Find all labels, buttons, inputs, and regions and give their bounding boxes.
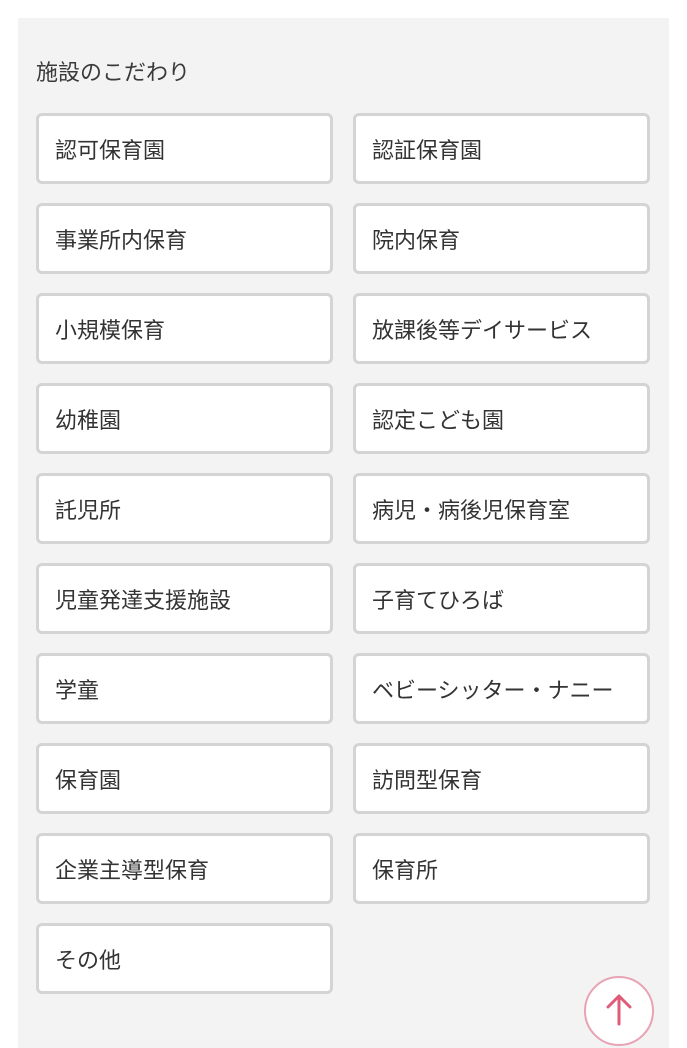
option-kigyo-shudo-hoiku[interactable]: 企業主導型保育: [36, 833, 333, 904]
scroll-to-top-button[interactable]: [584, 976, 654, 1046]
option-sonota[interactable]: その他: [36, 923, 333, 994]
option-byoji-hoikushitsu[interactable]: 病児・病後児保育室: [353, 473, 650, 544]
option-hoikuen[interactable]: 保育園: [36, 743, 333, 814]
section-title: 施設のこだわり: [36, 61, 191, 86]
option-takujisho[interactable]: 託児所: [36, 473, 333, 544]
option-kosodate-hiroba[interactable]: 子育てひろば: [353, 563, 650, 634]
option-gakudo[interactable]: 学童: [36, 653, 333, 724]
option-hokago-day-service[interactable]: 放課後等デイサービス: [353, 293, 650, 364]
option-nintei-kodomoen[interactable]: 認定こども園: [353, 383, 650, 454]
option-jido-hattatsu-shien[interactable]: 児童発達支援施設: [36, 563, 333, 634]
option-babysitter-nanny[interactable]: ベビーシッター・ナニー: [353, 653, 650, 724]
option-jigyoshonai-hoiku[interactable]: 事業所内保育: [36, 203, 333, 274]
facility-options-grid: 認可保育園 認証保育園 事業所内保育 院内保育 小規模保育 放課後等デイサービス…: [36, 113, 651, 994]
option-yochien[interactable]: 幼稚園: [36, 383, 333, 454]
option-innai-hoiku[interactable]: 院内保育: [353, 203, 650, 274]
option-ninka-hoikuen[interactable]: 認可保育園: [36, 113, 333, 184]
arrow-up-icon: [606, 994, 632, 1026]
option-hoikusho[interactable]: 保育所: [353, 833, 650, 904]
option-homongata-hoiku[interactable]: 訪問型保育: [353, 743, 650, 814]
option-shokibo-hoiku[interactable]: 小規模保育: [36, 293, 333, 364]
option-ninsho-hoikuen[interactable]: 認証保育園: [353, 113, 650, 184]
